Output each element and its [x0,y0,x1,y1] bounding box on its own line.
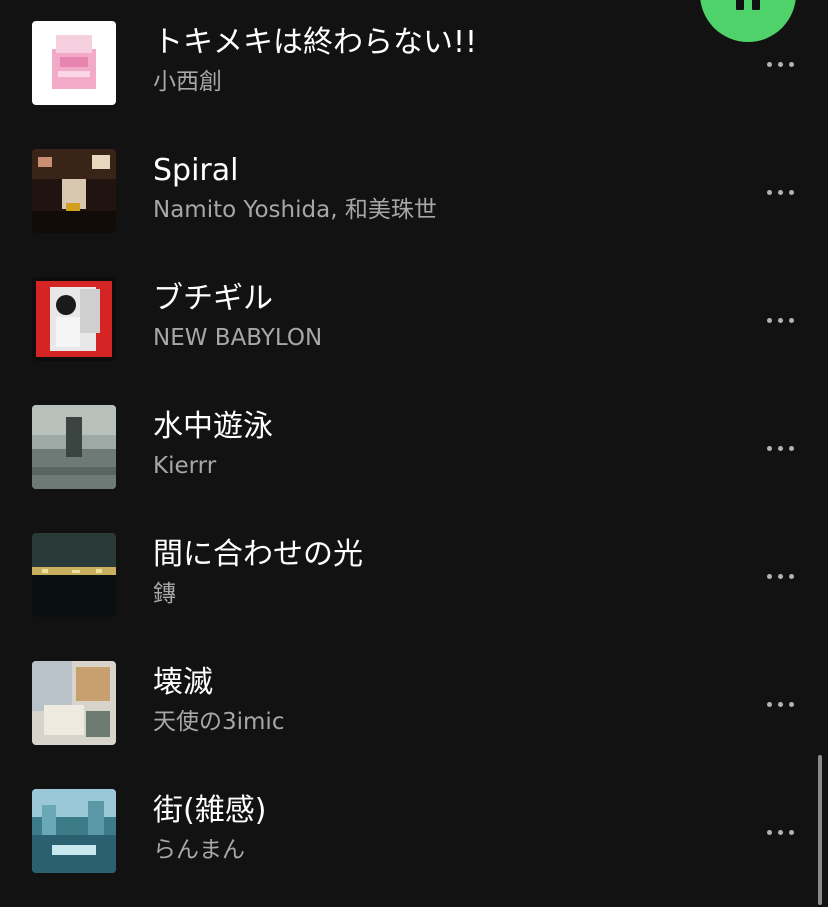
album-cover [32,661,116,745]
track-row[interactable]: 壊滅 天使の3imic [0,661,828,773]
track-artist: 鏄 [153,581,176,607]
track-title: 壊滅 [153,665,213,700]
album-cover [32,21,116,105]
album-cover [32,149,116,233]
more-options-button[interactable] [756,305,804,335]
track-artist: Namito Yoshida, 和美珠世 [153,197,437,223]
track-row[interactable]: 水中遊泳 Kierrr [0,405,828,517]
more-options-icon [766,573,772,579]
track-title: Spiral [153,153,239,188]
track-artist: NEW BABYLON [153,325,323,351]
track-artist: 天使の3imic [153,709,285,735]
track-row[interactable]: 間に合わせの光 鏄 [0,533,828,645]
track-title: 水中遊泳 [153,409,273,444]
more-options-icon [766,317,772,323]
track-row[interactable]: Spiral Namito Yoshida, 和美珠世 [0,149,828,261]
album-cover [32,405,116,489]
track-title: 間に合わせの光 [153,537,363,572]
more-options-button[interactable] [756,817,804,847]
more-options-icon [766,829,772,835]
more-options-button[interactable] [756,177,804,207]
track-title: 街(雑感) [153,793,267,828]
track-row[interactable]: トキメキは終わらない!! 小西創 [0,21,828,133]
more-options-icon [766,61,772,67]
more-options-button[interactable] [756,561,804,591]
track-row[interactable]: ブチギル NEW BABYLON [0,277,828,389]
more-options-button[interactable] [756,49,804,79]
track-artist: らんまん [153,837,245,863]
album-cover [32,533,116,617]
album-cover [32,789,116,873]
track-row[interactable]: 街(雑感) らんまん [0,789,828,901]
track-artist: Kierrr [153,453,217,479]
track-title: ブチギル [153,281,273,316]
more-options-icon [766,445,772,451]
more-options-icon [766,701,772,707]
album-cover [32,277,116,361]
scrollbar-thumb[interactable] [818,755,822,905]
track-list: トキメキは終わらない!! 小西創 Spiral Namito Yoshida, … [0,0,828,907]
pause-icon [736,0,760,10]
more-options-button[interactable] [756,689,804,719]
track-title: トキメキは終わらない!! [153,25,478,60]
more-options-icon [766,189,772,195]
more-options-button[interactable] [756,433,804,463]
track-artist: 小西創 [153,69,222,95]
